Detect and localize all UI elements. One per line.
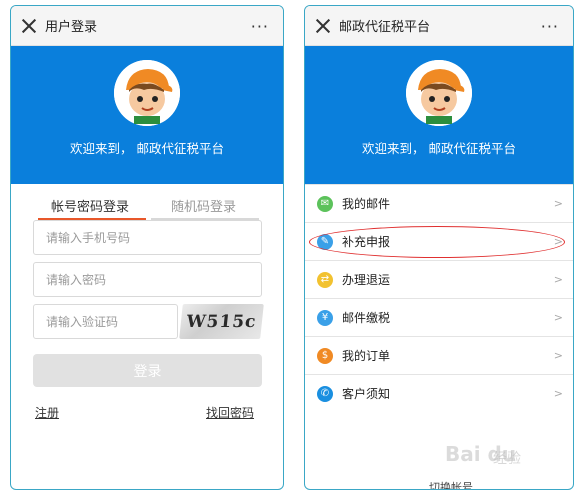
chevron-right-icon: > [553, 387, 563, 400]
close-icon[interactable] [21, 18, 37, 34]
password-input[interactable] [46, 272, 249, 287]
tab-random-code-login[interactable]: 随机码登录 [171, 196, 236, 215]
mascot-icon [406, 60, 472, 126]
menu-item-label: 我的邮件 [342, 197, 391, 211]
page-title: 用户登录 [45, 20, 98, 35]
menu-item-mail-tax-payment[interactable]: ¥ 邮件缴税 > [305, 298, 573, 336]
titlebar: 邮政代征税平台 ··· [305, 6, 573, 46]
order-icon: $ [317, 347, 333, 364]
menu-item-label: 客户须知 [342, 387, 391, 401]
login-screen: 用户登录 ··· 欢迎来到， 邮政代征税平台 帐号密码登录 随机码登录 请输入手… [10, 5, 284, 490]
highlight-annotation [309, 226, 565, 258]
menu-item-return-shipment[interactable]: ⇄ 办理退运 > [305, 260, 573, 298]
forgot-password-link[interactable]: 找回密码 [206, 404, 254, 421]
chevron-right-icon: > [553, 349, 563, 362]
welcome-banner: 欢迎来到， 邮政代征税平台 [11, 46, 283, 184]
menu-item-my-orders[interactable]: $ 我的订单 > [305, 336, 573, 374]
chevron-right-icon: > [553, 273, 563, 286]
welcome-banner: 欢迎来到， 邮政代征税平台 [305, 46, 573, 184]
menu-item-label: 办理退运 [342, 273, 391, 287]
more-icon[interactable]: ··· [251, 17, 269, 36]
close-icon[interactable] [315, 18, 331, 34]
password-field[interactable] [33, 262, 262, 297]
titlebar: 用户登录 ··· [11, 6, 283, 46]
register-link[interactable]: 注册 [35, 404, 59, 421]
tax-icon: ¥ [317, 309, 333, 326]
mascot-avatar [114, 60, 180, 126]
mascot-icon [114, 60, 180, 126]
menu-item-label: 邮件缴税 [342, 311, 391, 325]
mascot-avatar [406, 60, 472, 126]
phone-field[interactable] [33, 220, 262, 255]
chevron-right-icon: > [553, 311, 563, 324]
phone-input[interactable] [46, 230, 249, 245]
captcha-field[interactable] [33, 304, 178, 339]
service-menu: ✉ 我的邮件 > ✎ 补充申报 > ⇄ 办理退运 > ¥ 邮件缴税 > $ 我的… [305, 184, 573, 412]
login-tabs: 帐号密码登录 随机码登录 [11, 190, 283, 224]
welcome-text: 欢迎来到， 邮政代征税平台 [362, 141, 516, 156]
phone-icon: ✆ [317, 385, 333, 402]
menu-item-label: 我的订单 [342, 349, 391, 363]
chevron-right-icon: > [553, 197, 563, 210]
return-icon: ⇄ [317, 271, 333, 288]
switch-account-link[interactable]: 切换帐号 [429, 479, 473, 489]
captcha-image[interactable]: W515c [179, 304, 264, 339]
menu-item-my-mail[interactable]: ✉ 我的邮件 > [305, 184, 573, 222]
more-icon[interactable]: ··· [541, 17, 559, 36]
tab-password-login[interactable]: 帐号密码登录 [51, 196, 129, 215]
menu-screen: 邮政代征税平台 ··· 欢迎来到， 邮政代征税平台 ✉ 我的邮件 > ✎ 补充申… [304, 5, 574, 490]
menu-item-customer-notice[interactable]: ✆ 客户须知 > [305, 374, 573, 412]
welcome-text: 欢迎来到， 邮政代征税平台 [70, 141, 224, 156]
page-title: 邮政代征税平台 [339, 20, 431, 35]
login-button[interactable]: 登录 [33, 354, 262, 387]
mail-icon: ✉ [317, 195, 333, 212]
watermark-text: 经验 [493, 451, 521, 467]
captcha-input[interactable] [46, 314, 165, 329]
